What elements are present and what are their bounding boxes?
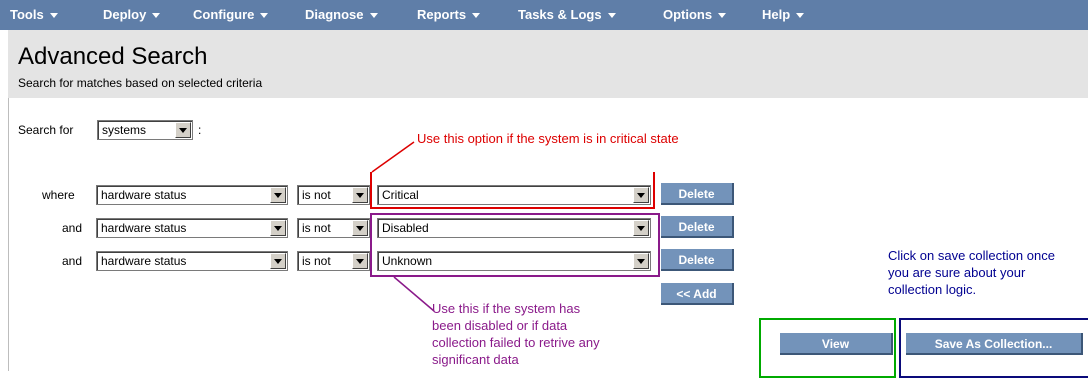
criteria-connector: and: [62, 221, 83, 235]
chevron-down-icon: [274, 193, 282, 198]
annotation-critical-text: Use this option if the system is in crit…: [417, 131, 679, 146]
menu-tools[interactable]: Tools: [10, 0, 58, 30]
menu-reports-label: Reports: [417, 7, 467, 22]
delete-button[interactable]: Delete: [661, 216, 734, 238]
criteria-connector: and: [62, 254, 83, 268]
page-title: Advanced Search: [18, 43, 208, 70]
criteria-field-value: hardware status: [101, 221, 187, 235]
annotation-save-line: collection logic.: [888, 282, 977, 297]
menu-tools-label: Tools: [10, 7, 44, 22]
chevron-down-icon: [796, 13, 805, 19]
chevron-down-icon: [274, 259, 282, 264]
menu-help-label: Help: [762, 7, 791, 22]
annotation-disabled-line: significant data: [432, 352, 519, 367]
annotation-disabled-line: Use this if the system has: [432, 301, 581, 316]
search-colon: :: [198, 123, 202, 137]
search-type-select[interactable]: systems: [97, 120, 193, 140]
annotation-highlight-critical: [370, 172, 655, 209]
annotation-highlight-save: [899, 318, 1088, 378]
menu-deploy-label: Deploy: [103, 7, 147, 22]
criteria-field-select[interactable]: hardware status: [96, 251, 288, 271]
menu-bar: Tools Deploy Configure Diagnose Reports …: [0, 0, 1088, 30]
criteria-field-select[interactable]: hardware status: [96, 185, 288, 205]
criteria-operator-value: is not: [302, 254, 331, 268]
menu-tasks-logs-label: Tasks & Logs: [518, 7, 602, 22]
annotation-highlight-view: [759, 318, 896, 378]
chevron-down-icon: [607, 13, 616, 19]
criteria-operator-value: is not: [302, 221, 331, 235]
chevron-down-icon: [49, 13, 58, 19]
content-divider: [8, 98, 9, 371]
search-type-value: systems: [102, 123, 147, 137]
chevron-down-icon: [472, 13, 481, 19]
dropdown-button[interactable]: [352, 220, 368, 236]
criteria-field-select[interactable]: hardware status: [96, 218, 288, 238]
menu-options-label: Options: [663, 7, 713, 22]
criteria-operator-select[interactable]: is not: [297, 185, 370, 205]
menu-tasks-logs[interactable]: Tasks & Logs: [518, 0, 616, 30]
dropdown-button[interactable]: [270, 253, 286, 269]
page-subtitle: Search for matches based on selected cri…: [18, 76, 263, 90]
dropdown-button[interactable]: [270, 187, 286, 203]
chevron-down-icon: [179, 128, 187, 133]
menu-diagnose-label: Diagnose: [305, 7, 364, 22]
menu-configure[interactable]: Configure: [193, 0, 269, 30]
criteria-operator-value: is not: [302, 188, 331, 202]
annotation-save-line: you are sure about your: [888, 265, 1026, 280]
dropdown-button[interactable]: [175, 122, 191, 138]
chevron-down-icon: [369, 13, 378, 19]
menu-help[interactable]: Help: [762, 0, 805, 30]
chevron-down-icon: [356, 226, 364, 231]
search-for-label: Search for: [18, 123, 74, 137]
criteria-field-value: hardware status: [101, 254, 187, 268]
delete-button[interactable]: Delete: [661, 249, 734, 271]
annotation-disabled-line: collection failed to retrive any: [432, 335, 600, 350]
chevron-down-icon: [356, 193, 364, 198]
menu-options[interactable]: Options: [663, 0, 727, 30]
dropdown-button[interactable]: [352, 253, 368, 269]
criteria-operator-select[interactable]: is not: [297, 251, 370, 271]
criteria-connector: where: [42, 188, 75, 202]
add-criteria-button[interactable]: << Add: [661, 283, 734, 305]
menu-deploy[interactable]: Deploy: [103, 0, 161, 30]
criteria-field-value: hardware status: [101, 188, 187, 202]
chevron-down-icon: [152, 13, 161, 19]
annotation-save-line: Click on save collection once: [888, 248, 1055, 263]
delete-button[interactable]: Delete: [661, 183, 734, 205]
annotation-arrow-critical: [371, 141, 415, 173]
criteria-operator-select[interactable]: is not: [297, 218, 370, 238]
chevron-down-icon: [356, 259, 364, 264]
dropdown-button[interactable]: [352, 187, 368, 203]
chevron-down-icon: [274, 226, 282, 231]
menu-configure-label: Configure: [193, 7, 255, 22]
annotation-disabled-line: been disabled or if data: [432, 318, 568, 333]
chevron-down-icon: [260, 13, 269, 19]
chevron-down-icon: [718, 13, 727, 19]
menu-diagnose[interactable]: Diagnose: [305, 0, 378, 30]
dropdown-button[interactable]: [270, 220, 286, 236]
annotation-highlight-disabled: [370, 213, 660, 277]
menu-reports[interactable]: Reports: [417, 0, 481, 30]
